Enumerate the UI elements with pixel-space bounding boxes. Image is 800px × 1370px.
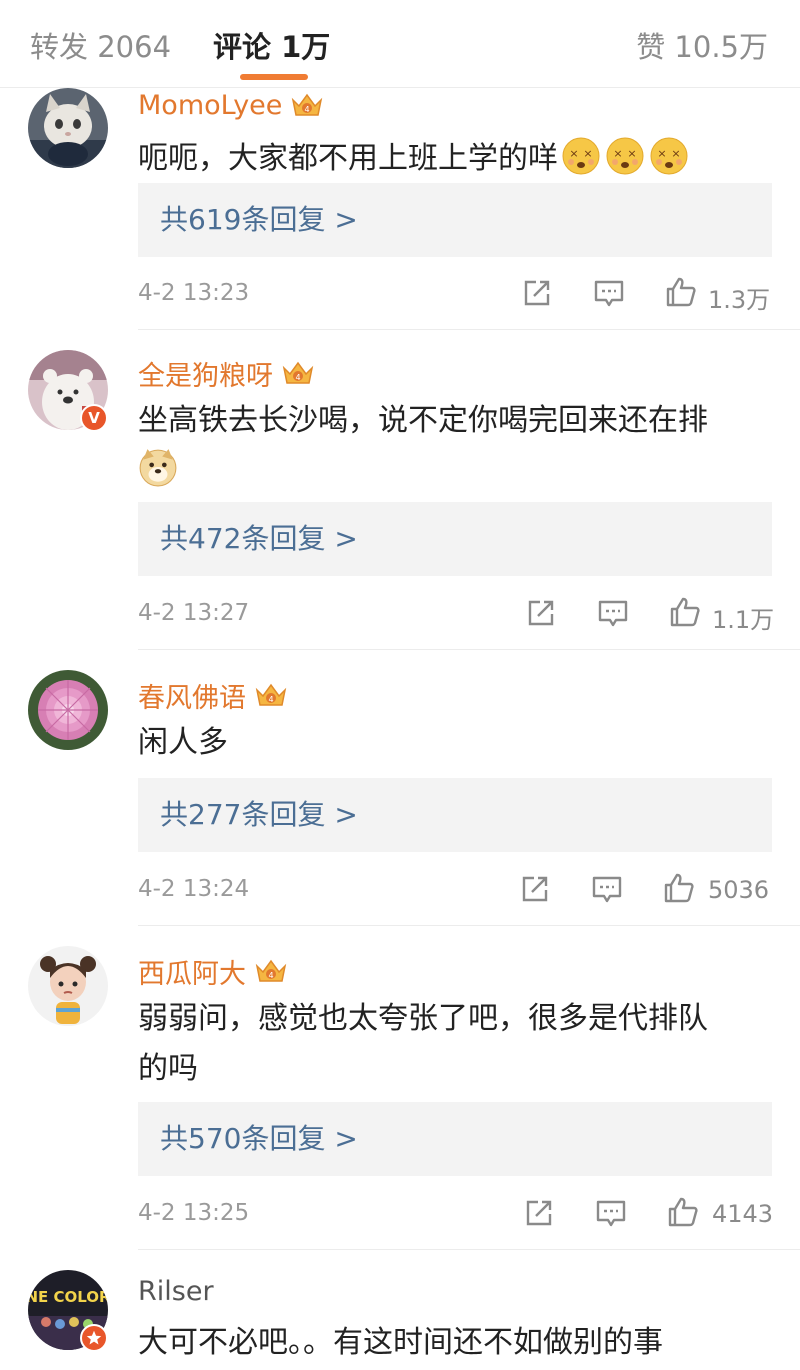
view-replies-button[interactable]: 共570条回复 > (138, 1102, 772, 1176)
comment-icon (598, 600, 628, 627)
svg-text:×: × (569, 147, 578, 160)
username[interactable]: 西瓜阿大 4 (138, 952, 288, 991)
view-replies-button[interactable]: 共277条回复 > (138, 778, 772, 852)
reply-button[interactable] (596, 596, 630, 630)
comment-icon (596, 1200, 626, 1227)
share-icon (528, 600, 554, 626)
username-text[interactable]: Rilser (138, 1276, 214, 1307)
view-replies-button[interactable]: 共472条回复 > (138, 502, 772, 576)
reply-button[interactable] (590, 872, 624, 906)
like-button[interactable] (668, 595, 702, 629)
vip-crown-icon: 4 (282, 361, 314, 384)
vip-crown-icon: 4 (255, 683, 287, 706)
username[interactable]: 全是狗粮呀 4 (138, 354, 315, 393)
avatar[interactable] (28, 946, 108, 1026)
svg-text:4: 4 (305, 105, 310, 114)
divider (138, 649, 800, 650)
divider (138, 329, 800, 330)
tab-forward[interactable]: 转发 2064 (30, 24, 171, 66)
share-button[interactable] (518, 872, 552, 906)
vip-crown-icon: 4 (292, 93, 323, 116)
svg-text:×: × (613, 147, 622, 160)
thumbs-up-icon (668, 1197, 698, 1227)
thumbs-up-icon (666, 277, 696, 307)
verified-badge (80, 1324, 108, 1352)
tab-comments[interactable]: 评论 1万 (213, 24, 330, 66)
like-count: 4143 (712, 1200, 774, 1228)
share-button[interactable] (522, 1196, 556, 1230)
comment-text-line: 弱弱问，感觉也太夸张了吧，很多是代排队 (138, 1001, 708, 1036)
thumbs-up-icon (670, 597, 700, 627)
divider (138, 1249, 800, 1250)
svg-text:4: 4 (268, 971, 273, 980)
share-button[interactable] (520, 276, 554, 310)
share-icon (524, 280, 550, 306)
comment-timestamp: 4-2 13:25 (138, 1200, 250, 1226)
username-text[interactable]: 春风佛语 (138, 676, 246, 715)
doge-emoji-icon (139, 449, 177, 487)
vip-crown-icon: 4 (255, 959, 287, 982)
svg-text:×: × (627, 147, 636, 160)
username-text[interactable]: MomoLyee (138, 90, 282, 121)
active-tab-indicator (240, 74, 308, 80)
flower-avatar-icon (28, 670, 108, 750)
avatar[interactable] (28, 670, 108, 750)
tab-likes[interactable]: 赞 10.5万 (636, 24, 768, 66)
comment-timestamp: 4-2 13:24 (138, 876, 250, 902)
dizzy-face-emoji-icon: × × (606, 137, 644, 175)
comment-text: 闲人多 (138, 725, 228, 760)
reply-button[interactable] (592, 276, 626, 310)
share-button[interactable] (524, 596, 558, 630)
divider (138, 925, 800, 926)
comment-text: 坐高铁去长沙喝，说不定你喝完回来还在排 (138, 396, 778, 496)
comment-timestamp: 4-2 13:23 (138, 280, 250, 306)
comment-text-body: 呃呃，大家都不用上班上学的咩 (138, 141, 558, 176)
girl-avatar-icon (28, 946, 108, 1026)
cat-avatar-icon (28, 88, 108, 168)
comment-icon (594, 280, 624, 307)
like-button[interactable] (662, 871, 696, 905)
avatar-banner-text: NE COLOR (28, 1288, 108, 1306)
like-button[interactable] (666, 1195, 700, 1229)
comment-timestamp: 4-2 13:27 (138, 600, 250, 626)
reply-button[interactable] (594, 1196, 628, 1230)
comment-text-line: 坐高铁去长沙喝，说不定你喝完回来还在排 (138, 403, 708, 438)
like-count: 1.3万 (708, 286, 771, 314)
comment-text: 呃呃，大家都不用上班上学的咩 × × × × × × (138, 134, 778, 184)
view-replies-button[interactable]: 共619条回复 > (138, 183, 772, 257)
username[interactable]: Rilser (138, 1276, 214, 1307)
dizzy-face-emoji-icon: × × (650, 137, 688, 175)
svg-text:×: × (671, 147, 680, 160)
dizzy-face-emoji-icon: × × (562, 137, 600, 175)
share-icon (526, 1200, 552, 1226)
svg-text:4: 4 (268, 695, 273, 704)
share-icon (522, 876, 548, 902)
username[interactable]: MomoLyee 4 (138, 90, 324, 121)
comment-text-line (138, 446, 778, 496)
star-icon (86, 1330, 102, 1345)
username[interactable]: 春风佛语 4 (138, 676, 288, 715)
thumbs-up-icon (664, 873, 694, 903)
comment-text: 大可不必吧。。有这时间还不如做别的事 (138, 1325, 663, 1360)
svg-text:4: 4 (295, 373, 300, 382)
comment-text: 弱弱问，感觉也太夸张了吧，很多是代排队 的吗 (138, 994, 778, 1094)
comment-text-line: 的吗 (138, 1051, 198, 1086)
comment-list[interactable]: MomoLyee 4 呃呃，大家都不用上班上学的咩 × × × × × × 共619条回复 … (0, 88, 800, 1370)
svg-text:×: × (657, 147, 666, 160)
username-text[interactable]: 全是狗粮呀 (138, 354, 273, 393)
like-button[interactable] (664, 275, 698, 309)
comment-tab-bar: 转发 2064 评论 1万 赞 10.5万 (0, 0, 800, 88)
comment-icon (592, 876, 622, 903)
username-text[interactable]: 西瓜阿大 (138, 952, 246, 991)
like-count: 1.1万 (712, 606, 775, 634)
like-count: 5036 (708, 876, 770, 904)
verified-badge: V (80, 404, 108, 432)
avatar[interactable] (28, 88, 108, 168)
svg-text:×: × (583, 147, 592, 160)
